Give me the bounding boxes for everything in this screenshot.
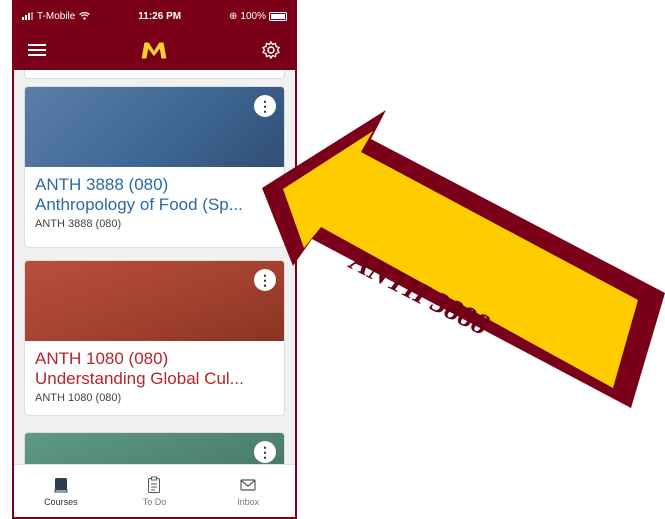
callout-arrow [262,110,665,408]
